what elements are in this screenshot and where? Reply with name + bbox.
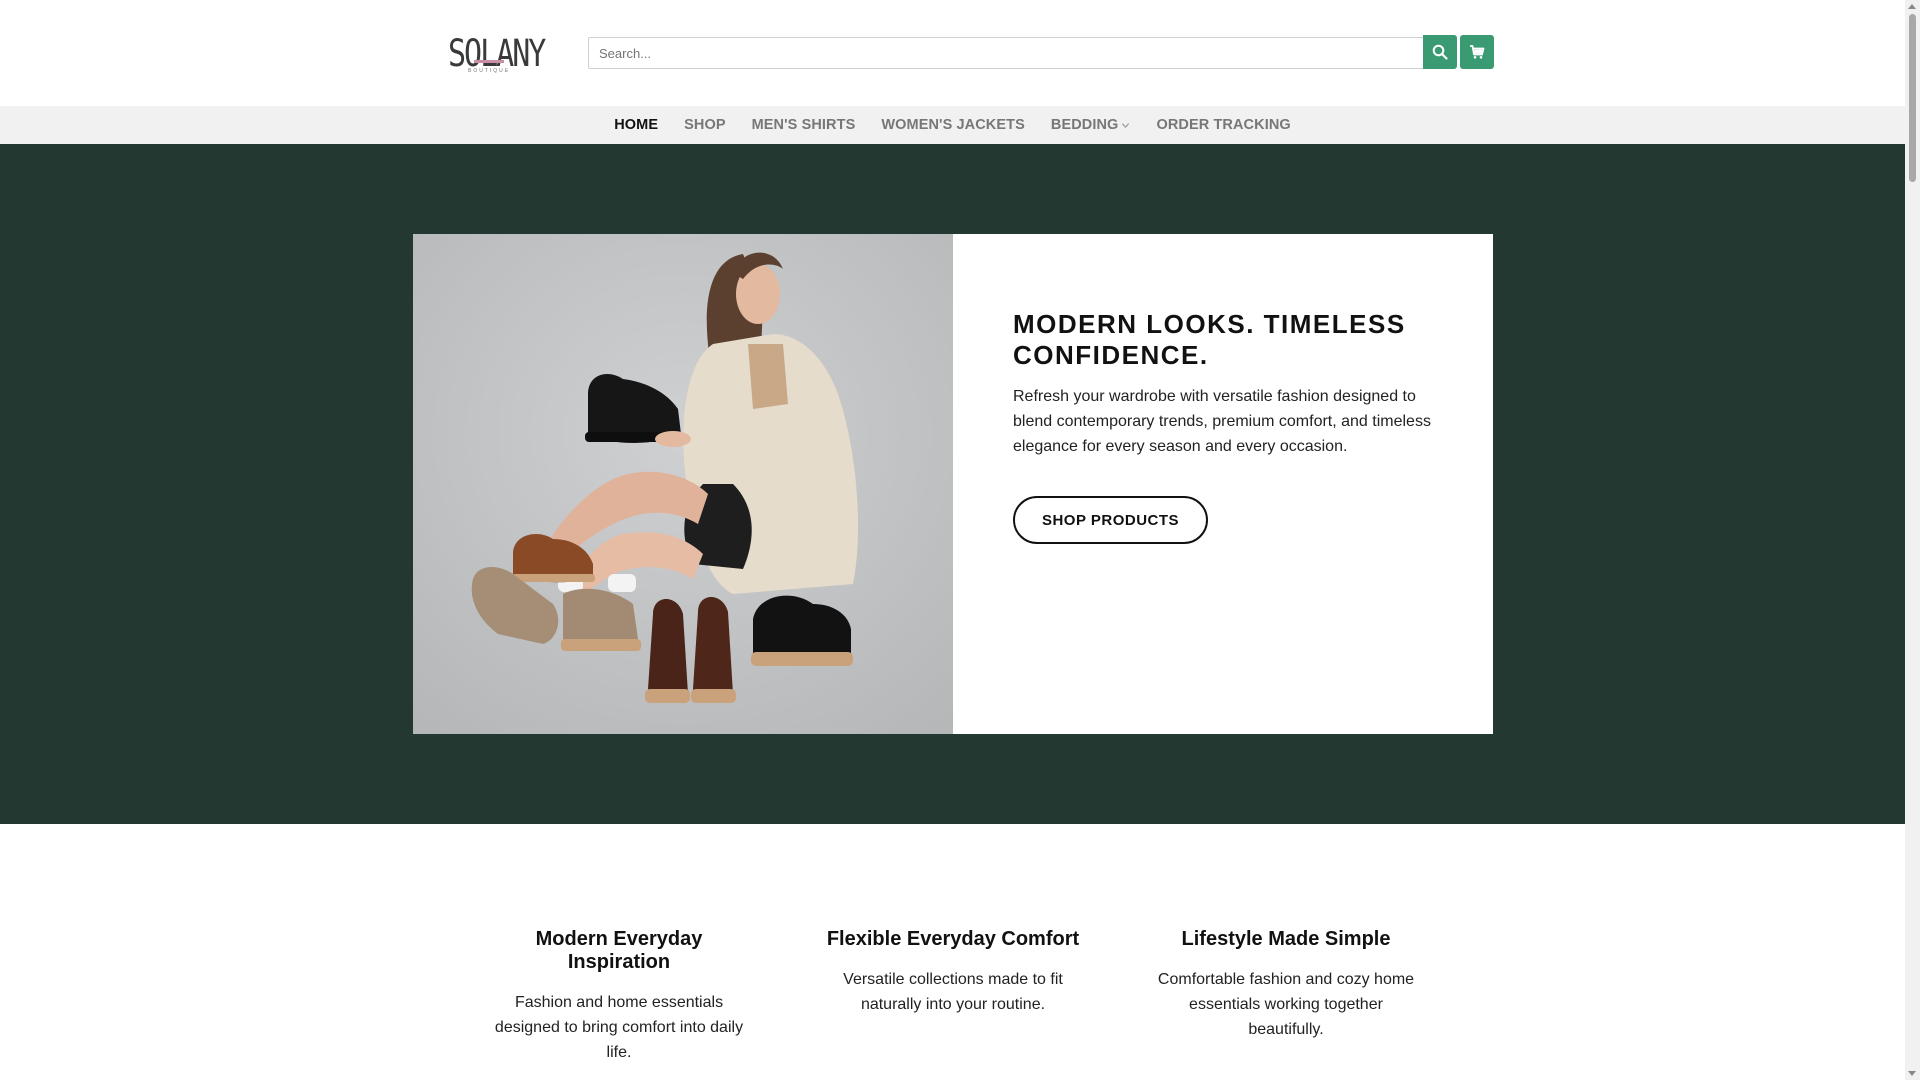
nav-item-shop[interactable]: SHOP <box>684 117 726 133</box>
page-scrollbar[interactable] <box>1905 0 1920 1080</box>
nav-item-label: SHOP <box>684 117 726 133</box>
hero-section: MODERN LOOKS. TIMELESS CONFIDENCE. Refre… <box>0 144 1905 824</box>
nav-item-label: ORDER TRACKING <box>1156 117 1291 133</box>
search-icon <box>1432 44 1448 60</box>
nav-item-order-tracking[interactable]: ORDER TRACKING <box>1156 117 1290 133</box>
nav-item-womens-jackets[interactable]: WOMEN'S JACKETS <box>881 117 1025 133</box>
scroll-down-arrow-icon[interactable] <box>1908 1071 1916 1076</box>
search-input[interactable] <box>589 38 1423 68</box>
feature-text: Fashion and home essentials designed to … <box>494 994 744 1061</box>
cart-icon <box>1470 45 1485 59</box>
hero-content-card: MODERN LOOKS. TIMELESS CONFIDENCE. Refre… <box>953 234 1493 734</box>
features-section: Modern Everyday Inspiration Fashion and … <box>0 824 1905 1080</box>
feature-card: Flexible Everyday Comfort Versatile coll… <box>818 928 1088 1017</box>
scrollbar-thumb[interactable] <box>1909 14 1916 182</box>
hero-image <box>413 234 953 734</box>
feature-card: Modern Everyday Inspiration Fashion and … <box>484 928 754 1065</box>
nav-item-label: WOMEN'S JACKETS <box>881 117 1025 133</box>
main-navigation: HOME SHOP MEN'S SHIRTS WOMEN'S JACKETS B… <box>0 106 1905 144</box>
cart-button[interactable] <box>1460 35 1494 69</box>
hero-photo-illustration <box>413 234 953 734</box>
logo-accent-bar <box>474 60 504 63</box>
feature-card: Lifestyle Made Simple Comfortable fashio… <box>1151 928 1421 1042</box>
site-logo[interactable]: SOLANY BOUTIQUE <box>448 28 546 78</box>
logo-subtext: BOUTIQUE <box>468 68 511 74</box>
feature-text: Versatile collections made to fit natura… <box>843 971 1063 1013</box>
feature-title: Modern Everyday Inspiration <box>535 928 703 973</box>
feature-title: Flexible Everyday Comfort <box>826 928 1080 950</box>
shop-products-button[interactable]: SHOP PRODUCTS <box>1013 496 1208 544</box>
nav-item-label: BEDDING <box>1050 117 1119 133</box>
nav-item-home[interactable]: HOME <box>614 117 658 133</box>
chevron-down-icon <box>1122 122 1130 128</box>
site-header: SOLANY BOUTIQUE <box>0 0 1905 105</box>
nav-item-label: HOME <box>614 117 659 133</box>
scroll-up-arrow-icon[interactable] <box>1908 4 1916 9</box>
hero-description: Refresh your wardrobe with versatile fas… <box>1013 388 1431 455</box>
search-button[interactable] <box>1423 35 1457 69</box>
nav-item-mens-shirts[interactable]: MEN'S SHIRTS <box>752 117 856 133</box>
page: SOLANY BOUTIQUE HOME SHOP MEN'S SHI <box>0 0 1905 1080</box>
search-field <box>588 37 1424 69</box>
nav-item-bedding[interactable]: BEDDING <box>1051 117 1131 133</box>
feature-title: Lifestyle Made Simple <box>1181 928 1391 950</box>
nav-item-label: MEN'S SHIRTS <box>751 117 856 133</box>
hero-title: MODERN LOOKS. TIMELESS CONFIDENCE. <box>1013 309 1406 370</box>
feature-text: Comfortable fashion and cozy home essent… <box>1157 971 1415 1038</box>
